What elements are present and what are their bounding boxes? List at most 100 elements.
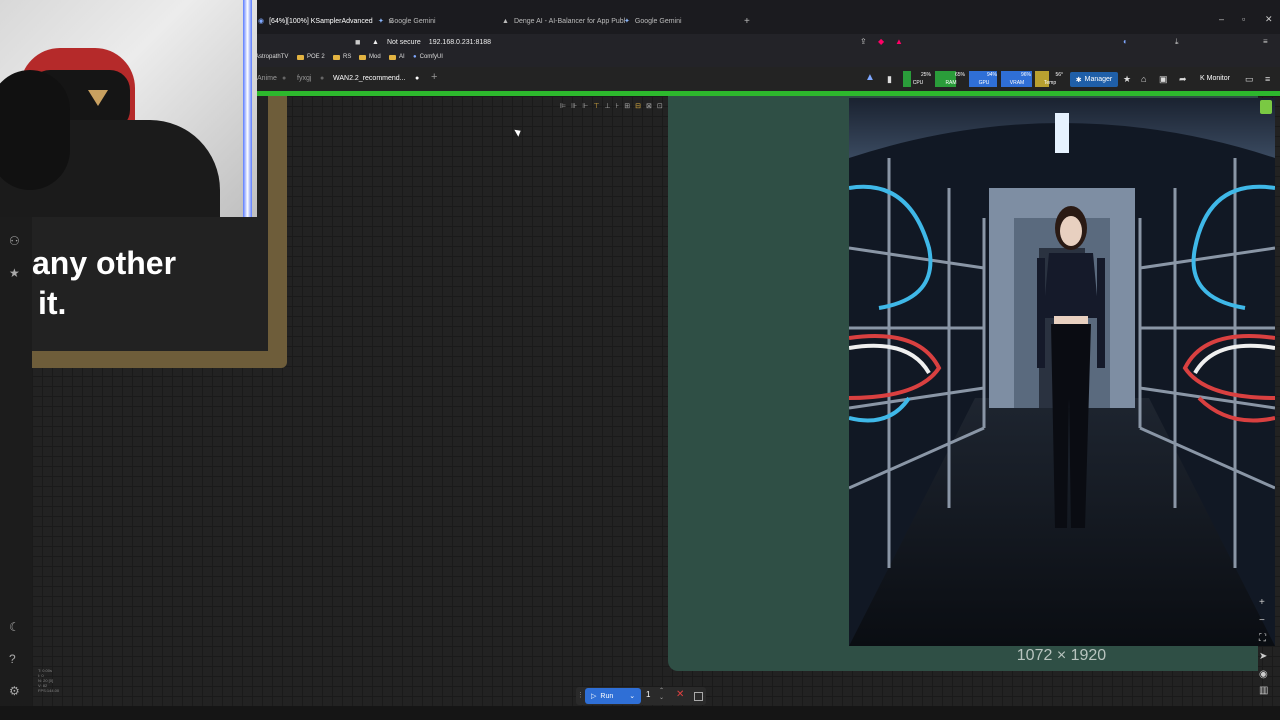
bookmark-poe2[interactable]: POE 2 bbox=[297, 54, 325, 60]
select-mode-icon[interactable]: ➤ bbox=[1259, 651, 1267, 662]
minimize-icon[interactable]: – bbox=[1219, 14, 1224, 24]
share-icon[interactable]: ➦ bbox=[1179, 74, 1187, 85]
tab-dot: ● bbox=[282, 75, 287, 82]
gemini-icon: ✦ bbox=[624, 18, 630, 25]
stepper-icon[interactable]: ⌃ ⌄ bbox=[659, 688, 664, 702]
align-center-icon[interactable]: ⊪ bbox=[571, 102, 577, 116]
fit-view-icon[interactable]: ⛶ bbox=[1259, 633, 1266, 644]
node-icon[interactable]: ⌂ bbox=[1141, 74, 1146, 84]
led-strip bbox=[243, 0, 252, 217]
add-workflow-button[interactable]: + bbox=[431, 71, 437, 83]
comfy-sidebar: ⚇ ★ ☾ ? ⚙ bbox=[0, 217, 32, 706]
drag-handle-icon[interactable]: ⋮ bbox=[577, 691, 584, 699]
bookmark-rs[interactable]: RS bbox=[333, 54, 351, 60]
cpu-bar bbox=[903, 71, 911, 87]
model-icon[interactable]: ▣ bbox=[1159, 74, 1168, 85]
warning-icon: ▲ bbox=[372, 39, 379, 46]
zoom-out-icon[interactable]: − bbox=[1259, 615, 1265, 626]
bookmarks-bar: AstropathTV POE 2 RS Mod AI ● ComfyUI bbox=[255, 51, 1280, 67]
unsaved-dot: ● bbox=[415, 75, 420, 82]
bookmark-comfyui[interactable]: ● ComfyUI bbox=[413, 54, 443, 60]
cpu-stat: 25% CPU bbox=[903, 71, 933, 87]
monitor-button[interactable]: K Monitor bbox=[1200, 75, 1230, 82]
puzzle-icon: ✱ bbox=[1075, 76, 1082, 84]
folder-icon bbox=[333, 54, 340, 60]
batch-count-input[interactable]: 1 bbox=[646, 690, 650, 699]
canvas-stats: T: 0.00s I: 0 N: 20 [0] V: 82 FPS:144.00 bbox=[38, 668, 60, 693]
tab-gemini-2[interactable]: ✦ Google Gemini bbox=[624, 12, 682, 30]
tab-dot: ● bbox=[320, 75, 325, 82]
star-icon[interactable]: ★ bbox=[1123, 74, 1131, 85]
panel-icon[interactable]: ▭ bbox=[1245, 74, 1254, 85]
bottom-strip bbox=[0, 706, 1280, 720]
folder-icon bbox=[359, 54, 366, 60]
bookmark-astropathtv[interactable]: AstropathTV bbox=[255, 54, 288, 60]
align-bottom-icon[interactable]: ⊦ bbox=[616, 102, 620, 116]
workflow-tab-wan22[interactable]: WAN2.2_recommend... bbox=[333, 75, 406, 82]
manager-button[interactable]: ✱ Manager bbox=[1070, 72, 1118, 87]
comfy-logo-icon[interactable]: ▲ bbox=[865, 72, 875, 83]
bookmark-icon[interactable]: ■ bbox=[355, 37, 360, 47]
bookmark-tool-icon[interactable]: ▮ bbox=[887, 74, 892, 85]
chevron-down-icon[interactable]: ⌄ bbox=[629, 692, 635, 700]
gemini-icon: ✦ bbox=[378, 18, 384, 25]
run-button[interactable]: ▷ Run ⌄ bbox=[585, 688, 641, 704]
same-width-icon[interactable]: ⊠ bbox=[646, 102, 652, 116]
stop-icon[interactable] bbox=[694, 692, 703, 701]
bookmark-mod[interactable]: Mod bbox=[359, 54, 381, 60]
theme-toggle-icon[interactable]: ☾ bbox=[9, 620, 20, 634]
tab-favicon: ◉ bbox=[258, 18, 265, 25]
server-corridor-image bbox=[849, 98, 1275, 646]
preview-image-node[interactable]: 1072 × 1920 bbox=[668, 96, 1275, 671]
download-icon[interactable]: ⤓ bbox=[1175, 37, 1179, 47]
tab-gemini-1[interactable]: ✦ Google Gemini bbox=[378, 12, 436, 30]
align-left-icon[interactable]: ⊫ bbox=[560, 102, 566, 116]
window-close-icon[interactable]: ✕ bbox=[1265, 14, 1273, 25]
bookmark-ai[interactable]: AI bbox=[389, 54, 405, 60]
folder-icon bbox=[389, 54, 396, 60]
brave-rewards-icon[interactable]: ▲ bbox=[895, 37, 903, 46]
temp-stat: 56° Temp bbox=[1035, 71, 1065, 87]
webcam-overlay bbox=[0, 0, 257, 217]
workflow-tab-anime[interactable]: Anime bbox=[257, 75, 277, 82]
tab-denge[interactable]: ▲ Denge AI - AI-Balancer for App Publ bbox=[502, 12, 625, 30]
cancel-run-icon[interactable]: ✕ bbox=[676, 689, 684, 700]
gpu-stat: 94% GPU bbox=[969, 71, 999, 87]
menu-icon[interactable]: ≡ bbox=[1263, 37, 1268, 46]
distribute-h-icon[interactable]: ⊞ bbox=[624, 102, 630, 116]
denge-icon: ▲ bbox=[502, 17, 509, 25]
canvas-controls: + − ⛶ ➤ ◉ ▥ bbox=[1256, 595, 1276, 700]
settings-icon[interactable]: ⚙ bbox=[9, 684, 20, 698]
person-head bbox=[0, 70, 70, 190]
address-bar-row: ■ ▲ Not secure 192.168.0.231:8188 ⇪ ◆ ▲ … bbox=[255, 34, 1280, 51]
distribute-v-icon[interactable]: ⊟ bbox=[635, 102, 641, 116]
menu-icon[interactable]: ≡ bbox=[1265, 74, 1270, 84]
vram-stat: 96% VRAM bbox=[1001, 71, 1033, 87]
preview-image[interactable] bbox=[849, 98, 1275, 646]
tab-ksampler[interactable]: ◉ [64%][100%] KSamplerAdvanced ✕ bbox=[258, 12, 394, 30]
same-height-icon[interactable]: ⊡ bbox=[657, 102, 663, 116]
url-field[interactable]: ▲ Not secure 192.168.0.231:8188 bbox=[372, 36, 1162, 49]
maximize-icon[interactable]: ▫ bbox=[1242, 14, 1245, 24]
favorites-icon[interactable]: ★ bbox=[9, 266, 20, 280]
brave-shield-icon[interactable]: ◆ bbox=[878, 37, 884, 46]
ram-stat: 65% RAM bbox=[935, 71, 967, 87]
zoom-in-icon[interactable]: + bbox=[1259, 597, 1265, 608]
help-icon[interactable]: ? bbox=[9, 652, 16, 666]
share-icon[interactable]: ⇪ bbox=[860, 37, 867, 46]
visibility-icon[interactable]: ◉ bbox=[1259, 669, 1268, 680]
align-right-icon[interactable]: ⊩ bbox=[582, 102, 588, 116]
align-middle-icon[interactable]: ⊥ bbox=[604, 102, 610, 116]
align-top-icon[interactable]: ⊤ bbox=[593, 102, 599, 116]
folder-icon bbox=[297, 54, 304, 60]
node-badge-icon bbox=[1260, 100, 1272, 114]
comfy-icon: ● bbox=[413, 54, 417, 60]
note-text: any other it. bbox=[32, 245, 177, 321]
workflow-tab-fyxgj[interactable]: fyxgj bbox=[297, 75, 311, 82]
play-icon: ▷ bbox=[591, 693, 597, 700]
new-tab-button[interactable]: + bbox=[744, 12, 750, 30]
minimap-icon[interactable]: ▥ bbox=[1259, 685, 1268, 696]
node-library-icon[interactable]: ⚇ bbox=[9, 234, 20, 248]
extension-icon[interactable]: ◐ bbox=[1123, 37, 1128, 46]
image-dimensions: 1072 × 1920 bbox=[1016, 647, 1107, 664]
